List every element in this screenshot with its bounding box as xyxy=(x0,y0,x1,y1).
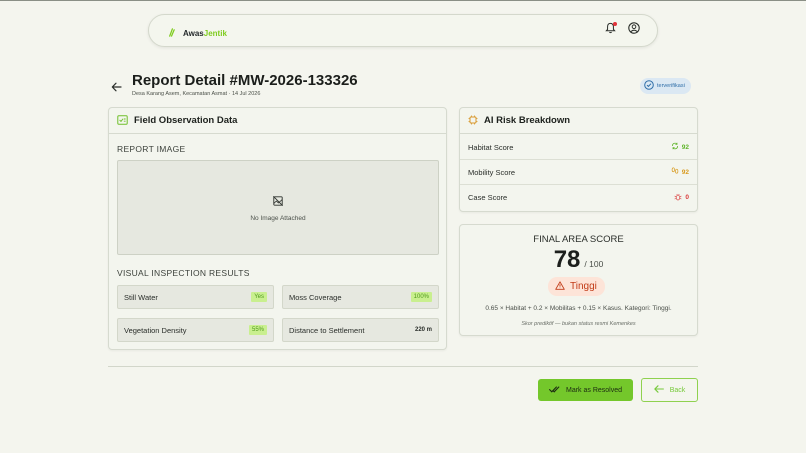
notification-dot xyxy=(613,22,617,26)
field-observation-header: Field Observation Data xyxy=(109,108,446,134)
risk-row-habitat: Habitat Score 92 xyxy=(460,135,697,160)
page-title: Report Detail #MW-2026-133326 xyxy=(132,72,358,89)
field-observation-title: Field Observation Data xyxy=(134,115,238,126)
back-label: Back xyxy=(669,386,686,394)
clipboard-icon xyxy=(117,112,128,130)
final-score-value: 78 xyxy=(553,246,581,273)
back-arrow-button[interactable] xyxy=(111,79,122,97)
risk-level-badge: Tinggi xyxy=(548,277,605,296)
mark-resolved-label: Mark as Resolved xyxy=(565,386,623,394)
no-image-text: No Image Attached xyxy=(250,215,306,222)
inspection-label: Vegetation Density xyxy=(124,325,187,335)
inspection-value: Yes xyxy=(251,292,267,302)
mark-resolved-button[interactable]: Mark as Resolved xyxy=(538,379,633,401)
double-check-icon xyxy=(549,385,560,395)
report-image-placeholder: No Image Attached xyxy=(117,160,439,255)
brand-name: AwasJentik xyxy=(183,28,227,38)
inspection-vegetation-density: Vegetation Density 55% xyxy=(117,318,274,342)
final-score-label: FINAL AREA SCORE xyxy=(533,234,624,245)
footprints-icon xyxy=(671,167,679,177)
profile-button[interactable] xyxy=(627,21,641,39)
bug-icon xyxy=(674,193,682,203)
check-circle-icon xyxy=(644,80,654,92)
arrow-left-icon xyxy=(111,79,122,96)
top-navbar: AwasJentik xyxy=(148,14,658,47)
inspection-label: Distance to Settlement xyxy=(289,325,365,335)
score-formula: 0.65 × Habitat + 0.2 × Mobilitas + 0.15 … xyxy=(485,305,672,312)
risk-row-case: Case Score 0 xyxy=(460,185,697,210)
inspection-value: 220 m xyxy=(414,327,432,333)
risk-label: Mobility Score xyxy=(468,167,516,177)
ai-risk-card: AI Risk Breakdown Habitat Score 92 Mobil… xyxy=(459,107,698,212)
inspection-label: Moss Coverage xyxy=(289,292,342,302)
risk-value: 0 xyxy=(685,194,689,201)
verified-badge: terverifikasi xyxy=(640,78,691,94)
verified-label: terverifikasi xyxy=(657,83,685,89)
inspection-moss-coverage: Moss Coverage 100% xyxy=(282,285,439,309)
report-image-label: REPORT IMAGE xyxy=(117,144,186,154)
image-off-icon xyxy=(272,193,284,211)
divider xyxy=(108,366,698,367)
inspection-value: 55% xyxy=(248,325,267,335)
page-subtitle: Desa Karang Asem, Kecamatan Asmat · 14 J… xyxy=(132,91,261,97)
final-score-card: FINAL AREA SCORE 78 / 100 Tinggi 0.65 × … xyxy=(459,224,698,336)
field-observation-card: Field Observation Data REPORT IMAGE No I… xyxy=(108,107,447,350)
recycle-icon xyxy=(671,142,679,152)
risk-label: Case Score xyxy=(468,193,508,202)
inspection-value: 100% xyxy=(410,292,432,302)
score-disclaimer: Skor prediktif — bukan status resmi Keme… xyxy=(521,321,636,327)
inspection-still-water: Still Water Yes xyxy=(117,285,274,309)
risk-label: Habitat Score xyxy=(468,142,514,152)
risk-value: 92 xyxy=(681,168,689,176)
chip-icon xyxy=(468,112,478,130)
brand-logo[interactable]: AwasJentik xyxy=(167,24,227,42)
ai-risk-header: AI Risk Breakdown xyxy=(460,108,697,134)
risk-row-mobility: Mobility Score 92 xyxy=(460,160,697,185)
warning-icon xyxy=(555,280,565,293)
mosquito-icon xyxy=(167,24,176,42)
inspection-results-label: VISUAL INSPECTION RESULTS xyxy=(117,268,250,278)
risk-value: 92 xyxy=(681,143,689,151)
back-button[interactable]: Back xyxy=(641,378,698,402)
notification-button[interactable] xyxy=(603,22,617,37)
user-circle-icon xyxy=(628,21,640,39)
arrow-left-icon xyxy=(653,385,664,395)
ai-risk-title: AI Risk Breakdown xyxy=(484,115,571,126)
inspection-distance-settlement: Distance to Settlement 220 m xyxy=(282,318,439,342)
inspection-label: Still Water xyxy=(124,292,158,302)
final-score-max: / 100 xyxy=(584,259,604,269)
risk-level-text: Tinggi xyxy=(570,281,597,292)
